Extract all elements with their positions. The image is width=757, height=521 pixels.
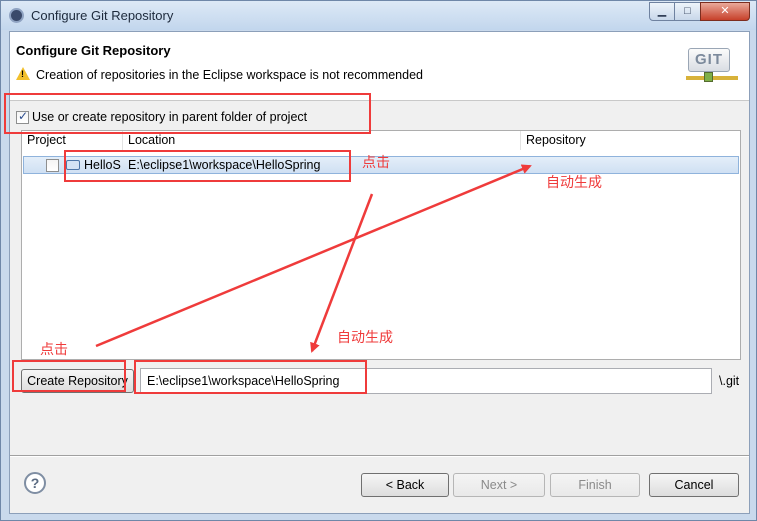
annotation-auto-text-2: 自动生成 xyxy=(337,330,393,346)
dialog-window: Configure Git Repository ▁ □ ✕ Configure… xyxy=(0,0,757,521)
annotation-box-parent-folder xyxy=(4,93,371,134)
back-button[interactable]: < Back xyxy=(361,473,449,497)
git-logo-icon: GIT xyxy=(686,44,744,84)
footer-separator xyxy=(10,455,749,457)
annotation-box-path-field xyxy=(134,360,367,394)
wizard-header: Configure Git Repository ! Creation of r… xyxy=(10,32,749,101)
git-logo-text: GIT xyxy=(688,48,730,72)
eclipse-icon xyxy=(9,8,24,23)
minimize-button[interactable]: ▁ xyxy=(649,2,675,21)
page-title: Configure Git Repository xyxy=(16,43,171,58)
maximize-button[interactable]: □ xyxy=(674,2,701,21)
annotation-box-project-row xyxy=(64,150,351,182)
help-icon[interactable]: ? xyxy=(24,472,46,494)
git-logo-knob xyxy=(704,72,713,82)
project-checkbox[interactable] xyxy=(46,159,59,172)
cancel-button[interactable]: Cancel xyxy=(649,473,739,497)
column-header-repository[interactable]: Repository xyxy=(521,131,740,150)
annotation-click-text: 点击 xyxy=(362,155,390,171)
finish-button[interactable]: Finish xyxy=(550,473,640,497)
annotation-auto-text: 自动生成 xyxy=(546,175,602,191)
next-button[interactable]: Next > xyxy=(453,473,545,497)
warning-message: Creation of repositories in the Eclipse … xyxy=(36,68,423,82)
git-suffix-label: \.git xyxy=(719,374,740,388)
close-button[interactable]: ✕ xyxy=(700,2,750,21)
annotation-box-create-button xyxy=(12,360,126,392)
window-title: Configure Git Repository xyxy=(31,8,174,23)
annotation-click-text-2: 点击 xyxy=(40,342,68,358)
warning-icon: ! xyxy=(16,67,30,80)
title-bar[interactable]: Configure Git Repository ▁ □ ✕ xyxy=(1,1,756,30)
